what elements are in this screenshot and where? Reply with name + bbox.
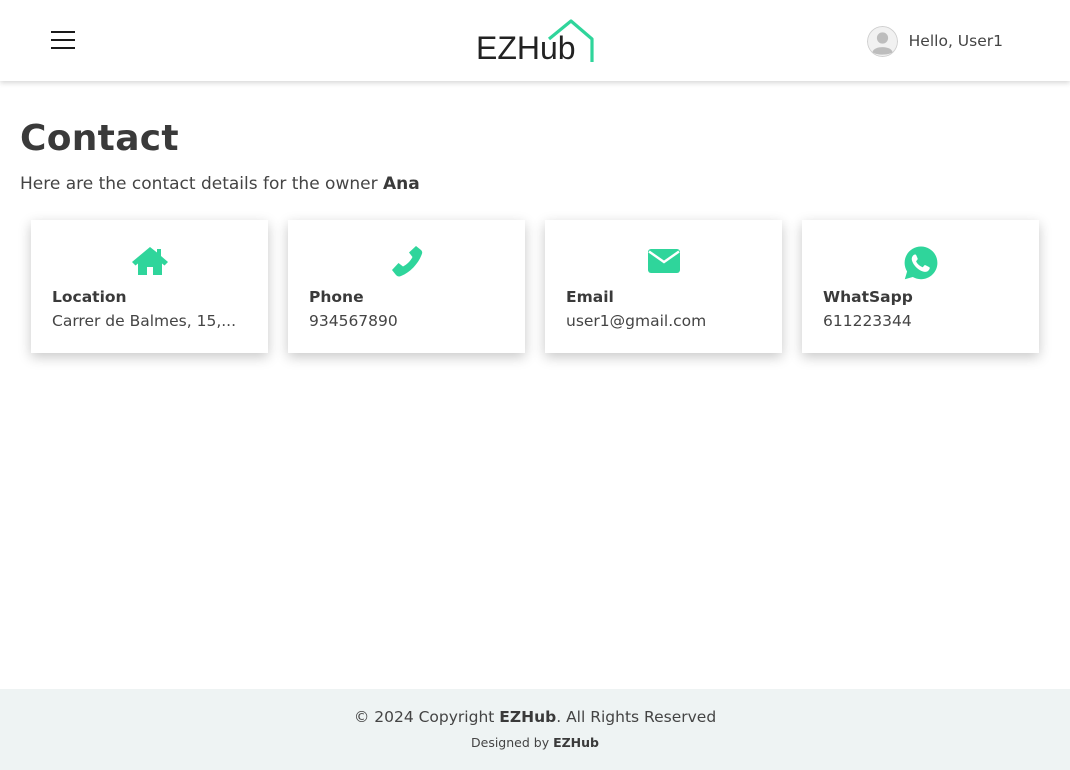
card-value: Carrer de Balmes, 15,... bbox=[52, 312, 237, 330]
ezhub-logo[interactable]: EZHub bbox=[475, 18, 597, 66]
card-label: Phone bbox=[309, 288, 364, 306]
card-label: Email bbox=[566, 288, 614, 306]
home-icon bbox=[131, 247, 168, 275]
contact-section: Contact Here are the contact details for… bbox=[20, 118, 1050, 353]
phone-icon bbox=[391, 246, 422, 277]
card-value: 934567890 bbox=[309, 312, 398, 330]
copyright-suffix: . All Rights Reserved bbox=[556, 708, 717, 726]
whatsapp-icon bbox=[904, 246, 937, 280]
copyright-brand: EZHub bbox=[499, 708, 557, 726]
contact-card-location: Location Carrer de Balmes, 15,... bbox=[31, 220, 268, 353]
top-navbar: EZHub Hello, User1 bbox=[0, 0, 1070, 81]
card-value: 611223344 bbox=[823, 312, 912, 330]
contact-card-email: Email user1@gmail.com bbox=[545, 220, 782, 353]
contact-card-whatsapp: WhatSapp 611223344 bbox=[802, 220, 1039, 353]
card-label: WhatSapp bbox=[823, 288, 913, 306]
footer: © 2024 Copyright EZHub. All Rights Reser… bbox=[0, 689, 1070, 770]
owner-name: Ana bbox=[383, 174, 420, 194]
card-label: Location bbox=[52, 288, 127, 306]
designed-by-text: Designed by EZHub bbox=[0, 735, 1070, 750]
hamburger-menu-icon[interactable] bbox=[51, 31, 75, 51]
copyright-prefix: © 2024 Copyright bbox=[353, 708, 500, 726]
designed-brand: EZHub bbox=[553, 735, 599, 750]
logo-text: EZHub bbox=[476, 30, 576, 64]
contact-card-phone: Phone 934567890 bbox=[288, 220, 525, 353]
envelope-icon bbox=[647, 249, 680, 273]
page-subtitle: Here are the contact details for the own… bbox=[20, 174, 1050, 194]
user-greeting: Hello, User1 bbox=[908, 32, 1003, 50]
page-title: Contact bbox=[20, 118, 179, 159]
copyright-text: © 2024 Copyright EZHub. All Rights Reser… bbox=[0, 708, 1070, 726]
card-value: user1@gmail.com bbox=[566, 312, 707, 330]
subtitle-text: Here are the contact details for the own… bbox=[20, 174, 383, 194]
contact-cards: Location Carrer de Balmes, 15,... Phone … bbox=[31, 220, 1039, 353]
designed-prefix: Designed by bbox=[471, 735, 554, 750]
user-menu[interactable]: Hello, User1 bbox=[866, 25, 1003, 57]
user-avatar-icon bbox=[866, 25, 898, 57]
